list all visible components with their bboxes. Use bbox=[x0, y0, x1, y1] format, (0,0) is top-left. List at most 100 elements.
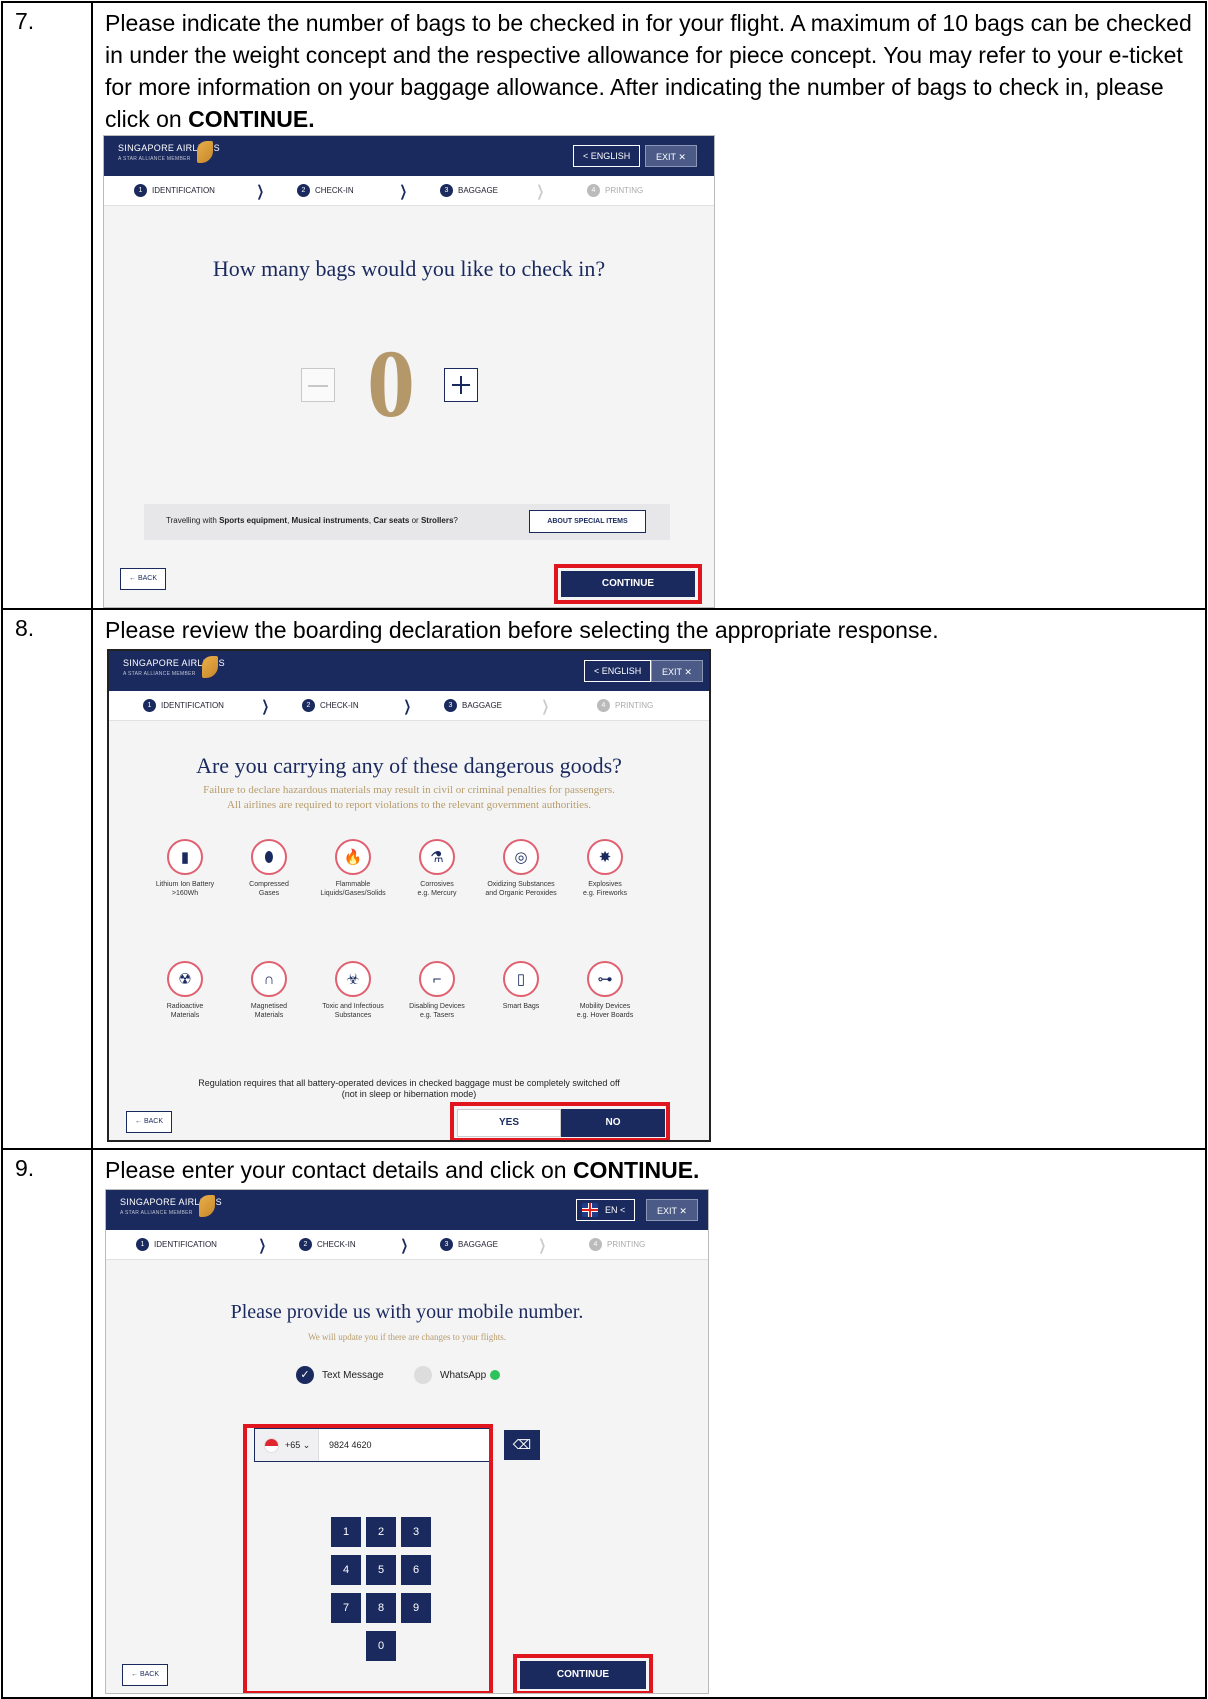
progress-bar: 1 IDENTIFICATION ❯ 2 CHECK-IN ❯ 3 BAGGAGE ❯… bbox=[106, 1230, 708, 1260]
dangerous-good-label: Oxidizing Substances bbox=[487, 881, 555, 888]
regulation-note: Regulation requires that all battery-ope… bbox=[109, 1078, 709, 1100]
chevron-right-icon: ❯ bbox=[400, 1237, 409, 1254]
instruction-text: Please enter your contact details and cl… bbox=[105, 1157, 573, 1183]
chevron-right-icon: ❯ bbox=[541, 698, 550, 715]
steps-table: 7. Please indicate the number of bags to… bbox=[1, 1, 1207, 1699]
highlight-box bbox=[243, 1424, 493, 1693]
step-dot-icon: 4 bbox=[587, 184, 600, 197]
dangerous-good-label: Magnetised bbox=[250, 1003, 288, 1010]
progress-bar: 1 IDENTIFICATION ❯ 2 CHECK-IN ❯ 3 BAGGAGE ❯… bbox=[109, 691, 709, 721]
progress-step-identification: 1 IDENTIFICATION bbox=[134, 184, 215, 197]
dangerous-good-label: Compressed bbox=[249, 881, 289, 888]
plus-button[interactable] bbox=[444, 368, 478, 402]
step-number: 7. bbox=[1, 1, 93, 610]
kiosk-header: SINGAPORE AIRLINES A STAR ALLIANCE MEMBER… bbox=[106, 1190, 708, 1230]
minus-icon bbox=[308, 385, 328, 387]
chevron-right-icon: ❯ bbox=[258, 1237, 267, 1254]
minus-button[interactable] bbox=[301, 368, 335, 402]
step-number: 9. bbox=[1, 1148, 93, 1699]
whatsapp-icon bbox=[490, 1370, 501, 1380]
back-button[interactable]: ← BACK bbox=[126, 1111, 173, 1133]
step-body: Please enter your contact details and cl… bbox=[91, 1148, 1207, 1699]
chevron-right-icon: ❯ bbox=[261, 698, 270, 715]
dangerous-good-label: Radioactive bbox=[166, 1003, 204, 1010]
dangerous-good-label: Corrosives bbox=[420, 881, 454, 888]
step-dot-icon: 1 bbox=[134, 184, 147, 197]
progress-step-identification: 1 IDENTIFICATION bbox=[136, 1238, 217, 1251]
dangerous-good-item: ☢ Radioactive Materials bbox=[142, 961, 228, 1020]
dangerous-good-sublabel: Substances bbox=[334, 1012, 372, 1019]
dangerous-good-label: Smart Bags bbox=[502, 1003, 540, 1010]
dangerous-good-item: ☣ Toxic and Infectious Substances bbox=[310, 961, 396, 1020]
flame-icon: 🔥 bbox=[335, 839, 371, 875]
dangerous-good-item: ⚗ Corrosives e.g. Mercury bbox=[394, 839, 480, 898]
whatsapp-option[interactable]: WhatsApp bbox=[414, 1366, 501, 1384]
chevron-right-icon: ❯ bbox=[399, 183, 408, 200]
dangerous-good-label: Toxic and Infectious bbox=[322, 1003, 384, 1010]
back-button[interactable]: ← BACK bbox=[122, 1664, 169, 1686]
step-dot-icon: 4 bbox=[597, 699, 610, 712]
dangerous-good-sublabel: Materials bbox=[170, 1012, 200, 1019]
dangerous-good-label: Explosives bbox=[588, 881, 622, 888]
instruction-document: 7. Please indicate the number of bags to… bbox=[0, 0, 1208, 1699]
step-instruction: Please indicate the number of bags to be… bbox=[105, 7, 1199, 135]
progress-step-identification: 1 IDENTIFICATION bbox=[143, 699, 224, 712]
checkmark-icon: ✓ bbox=[296, 1366, 314, 1384]
battery-icon: ▮ bbox=[167, 839, 203, 875]
highlight-box bbox=[513, 1654, 653, 1693]
dangerous-good-item: 🔥 Flammable Liquids/Gases/Solids bbox=[310, 839, 396, 898]
smart-bag-icon: ▯ bbox=[503, 961, 539, 997]
dangerous-good-sublabel: e.g. Fireworks bbox=[583, 890, 627, 897]
step-dot-icon: 4 bbox=[589, 1238, 602, 1251]
kiosk-header: SINGAPORE AIRLINES A STAR ALLIANCE MEMBER… bbox=[104, 136, 714, 176]
progress-step-checkin: 2 CHECK-IN bbox=[299, 1238, 356, 1251]
dangerous-good-sublabel: e.g. Mercury bbox=[417, 890, 457, 897]
mobile-subtitle: We will update you if there are changes … bbox=[308, 1332, 506, 1342]
chevron-right-icon: ❯ bbox=[256, 183, 265, 200]
about-special-items-button[interactable]: ABOUT SPECIAL ITEMS bbox=[529, 510, 646, 533]
backspace-button[interactable]: ⌫ bbox=[504, 1430, 540, 1460]
language-button[interactable]: EN < bbox=[576, 1199, 636, 1221]
special-items-text: Travelling with Sports equipment, Musica… bbox=[166, 516, 458, 525]
step-row-7: 7. Please indicate the number of bags to… bbox=[1, 1, 1207, 610]
exit-button[interactable]: EXIT ✕ bbox=[646, 1199, 698, 1221]
dangerous-good-item: ▮ Lithium Ion Battery >160Wh bbox=[142, 839, 228, 898]
biohazard-icon: ☣ bbox=[335, 961, 371, 997]
radio-unchecked-icon bbox=[414, 1366, 432, 1384]
progress-step-baggage: 3 BAGGAGE bbox=[440, 1238, 498, 1251]
progress-step-checkin: 2 CHECK-IN bbox=[302, 699, 359, 712]
exit-button[interactable]: EXIT ✕ bbox=[645, 145, 697, 167]
bags-question: How many bags would you like to check in… bbox=[212, 256, 606, 281]
progress-step-printing: 4 PRINTING bbox=[589, 1238, 645, 1251]
step-body: Please review the boarding declaration b… bbox=[91, 608, 1207, 1150]
step-dot-icon: 3 bbox=[440, 1238, 453, 1251]
back-button[interactable]: ← BACK bbox=[120, 568, 167, 590]
chevron-right-icon: ❯ bbox=[403, 698, 412, 715]
dangerous-good-sublabel: Materials bbox=[254, 1012, 284, 1019]
radiation-icon: ☢ bbox=[167, 961, 203, 997]
progress-step-baggage: 3 BAGGAGE bbox=[444, 699, 502, 712]
dangerous-good-sublabel: Gases bbox=[258, 890, 280, 897]
instruction-emphasis: CONTINUE. bbox=[188, 106, 315, 132]
warning-line-2: All airlines are required to report viol… bbox=[226, 799, 592, 811]
step-row-9: 9. Please enter your contact details and… bbox=[1, 1148, 1207, 1699]
exit-button[interactable]: EXIT ✕ bbox=[651, 660, 703, 682]
highlight-box bbox=[554, 564, 702, 604]
progress-step-checkin: 2 CHECK-IN bbox=[297, 184, 354, 197]
dangerous-good-item: ⊶ Mobility Devices e.g. Hover Boards bbox=[562, 961, 648, 1020]
language-button[interactable]: < ENGLISH bbox=[573, 145, 641, 167]
dangerous-good-sublabel: e.g. Tasers bbox=[419, 1012, 455, 1019]
dangerous-good-item: ✸ Explosives e.g. Fireworks bbox=[562, 839, 648, 898]
dangerous-good-label: Flammable bbox=[335, 881, 371, 888]
progress-step-printing: 4 PRINTING bbox=[587, 184, 643, 197]
step-instruction: Please review the boarding declaration b… bbox=[105, 617, 939, 643]
language-button[interactable]: < ENGLISH bbox=[584, 660, 652, 682]
oxidizer-icon: ◎ bbox=[503, 839, 539, 875]
mobile-question: Please provide us with your mobile numbe… bbox=[230, 1301, 584, 1323]
text-message-option[interactable]: ✓ Text Message bbox=[296, 1366, 384, 1384]
kiosk-screen-dangerous-goods: SINGAPORE AIRLINES A STAR ALLIANCE MEMBER… bbox=[107, 649, 711, 1142]
taser-icon: ⌐ bbox=[419, 961, 455, 997]
dangerous-good-label: Mobility Devices bbox=[579, 1003, 631, 1010]
step-dot-icon: 3 bbox=[444, 699, 457, 712]
instruction-emphasis: CONTINUE. bbox=[572, 1157, 700, 1183]
